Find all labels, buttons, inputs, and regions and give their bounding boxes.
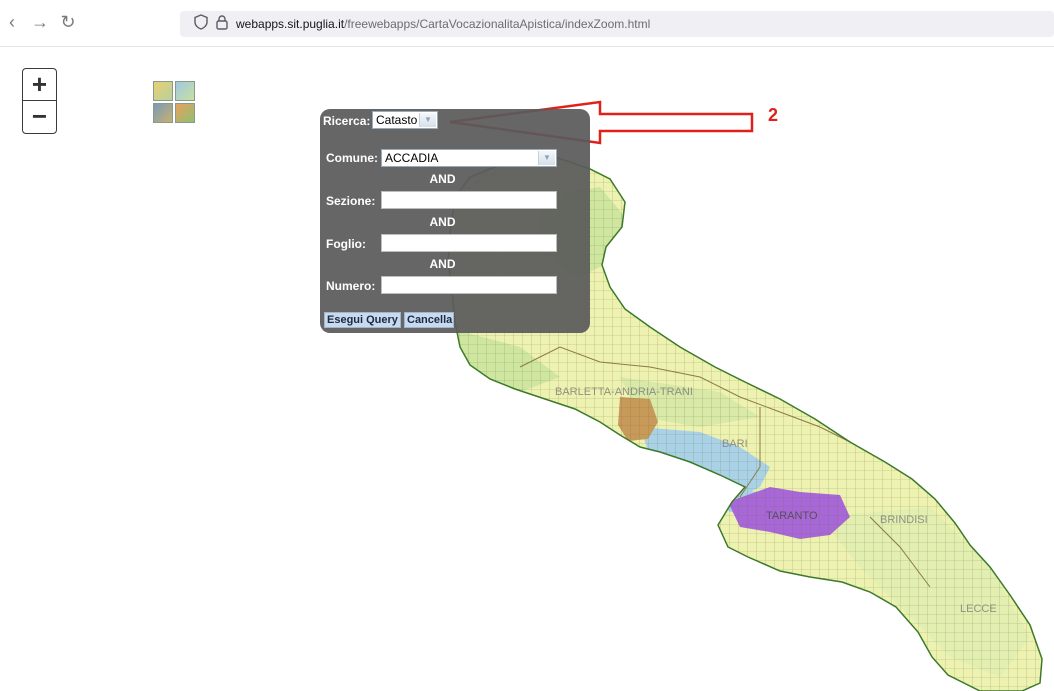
ricerca-label: Ricerca: xyxy=(323,114,371,128)
and-label-3: AND xyxy=(429,257,456,271)
comune-label: Comune: xyxy=(326,151,378,165)
layer-tile-1-icon[interactable] xyxy=(153,81,173,101)
comune-dropdown-icon[interactable]: ▼ xyxy=(538,151,555,165)
layer-switcher xyxy=(153,81,195,123)
map-label-bari: BARI xyxy=(722,438,748,450)
lock-icon[interactable] xyxy=(213,14,231,34)
and-label-2: AND xyxy=(429,215,456,229)
reload-icon[interactable]: ↻ xyxy=(56,10,80,34)
url-host: webapps.sit.puglia.it xyxy=(236,17,345,31)
sezione-input[interactable] xyxy=(381,191,557,209)
comune-select-value: ACCADIA xyxy=(385,151,439,165)
ricerca-select[interactable]: Catasto ▼ xyxy=(372,111,438,129)
map-label-taranto: TARANTO xyxy=(766,510,818,522)
map-viewport[interactable]: BARLETTA-ANDRIA-TRANI BARI TARANTO BRIND… xyxy=(0,47,1054,691)
zoom-in-button[interactable]: + xyxy=(23,69,56,100)
cancella-button[interactable]: Cancella xyxy=(404,312,454,328)
esegui-query-button[interactable]: Esegui Query xyxy=(324,312,401,328)
address-bar[interactable]: webapps.sit.puglia.it/freewebapps/CartaV… xyxy=(180,11,1054,37)
zoom-out-button[interactable]: − xyxy=(23,101,56,132)
annotation-number: 2 xyxy=(768,105,779,125)
layer-tile-4-icon[interactable] xyxy=(175,103,195,123)
url-path: /freewebapps/CartaVocazionalitaApistica/… xyxy=(344,17,651,31)
map-label-bat: BARLETTA-ANDRIA-TRANI xyxy=(555,386,693,398)
back-icon[interactable]: ‹ xyxy=(0,10,24,34)
numero-label: Numero: xyxy=(326,279,376,293)
url-text[interactable]: webapps.sit.puglia.it/freewebapps/CartaV… xyxy=(236,15,650,33)
map-label-lecce: LECCE xyxy=(960,603,997,615)
foglio-label: Foglio: xyxy=(326,237,366,251)
sezione-label: Sezione: xyxy=(326,194,376,208)
search-panel: Ricerca: Catasto ▼ Comune: ACCADIA ▼ AND… xyxy=(320,109,590,333)
layer-tile-3-icon[interactable] xyxy=(153,103,173,123)
ricerca-dropdown-icon[interactable]: ▼ xyxy=(419,113,436,127)
comune-select[interactable]: ACCADIA ▼ xyxy=(381,149,557,167)
layer-tile-2-icon[interactable] xyxy=(175,81,195,101)
browser-toolbar: ‹ → ↻ webapps.sit.puglia.it/freewebapps/… xyxy=(0,0,1054,47)
foglio-input[interactable] xyxy=(381,234,557,252)
shield-icon[interactable] xyxy=(192,14,210,34)
ricerca-select-value: Catasto xyxy=(376,113,418,127)
numero-input[interactable] xyxy=(381,276,557,294)
zoom-control: + − xyxy=(22,68,57,134)
forward-icon[interactable]: → xyxy=(28,10,52,34)
map-label-brindisi: BRINDISI xyxy=(880,514,928,526)
and-label-1: AND xyxy=(429,172,456,186)
